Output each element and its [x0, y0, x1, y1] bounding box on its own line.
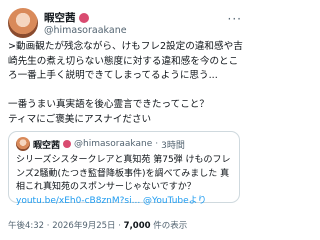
views-count: 7,000 — [123, 221, 151, 231]
quoted-tweet-header: 暇空茜 @himasoraakane · 3時間 — [16, 137, 185, 151]
quoted-time: 3時間 — [161, 140, 185, 151]
tweet-footer: 午後4:32 · 2026年9月25日 · 7,000 件の表示 — [8, 219, 187, 231]
quoted-profile-emoji-icon — [63, 140, 72, 148]
author-handle[interactable]: @himasoraakane — [44, 25, 127, 36]
tweet-text: >動画観たが残念ながら、けもフレ2設定の違和感や吉崎先生の煮え切らない態度に対す… — [8, 41, 243, 125]
quoted-link[interactable]: youtu.be/xEh0-cB8znM?si... @YouTubeより — [16, 196, 206, 206]
quoted-author-handle: @himasoraakane — [74, 139, 153, 149]
author-name[interactable]: 暇空茜 — [44, 10, 76, 25]
profile-emoji-icon — [78, 12, 89, 23]
tweet-header: 暇空茜 @himasoraakane ··· — [8, 8, 242, 42]
quoted-tweet-text: シリーズシスタークレアと真知苑 第75弾 けものフレンズ2騒動(たつき監督降板事… — [16, 154, 234, 208]
more-horizontal-icon[interactable]: ··· — [228, 12, 242, 26]
tweet-timestamp[interactable]: 午後4:32 · 2026年9月25日 · — [8, 221, 124, 231]
avatar[interactable] — [8, 8, 38, 38]
quoted-avatar — [16, 137, 30, 151]
views-label: 件の表示 — [150, 221, 188, 231]
quoted-text-body: シリーズシスタークレアと真知苑 第75弾 けものフレンズ2騒動(たつき監督降板事… — [16, 155, 231, 192]
quoted-tweet[interactable]: 暇空茜 @himasoraakane · 3時間 シリーズシスタークレアと真知苑… — [8, 131, 240, 206]
author-name-row[interactable]: 暇空茜 — [44, 10, 89, 25]
quoted-author-name: 暇空茜 — [33, 140, 61, 151]
